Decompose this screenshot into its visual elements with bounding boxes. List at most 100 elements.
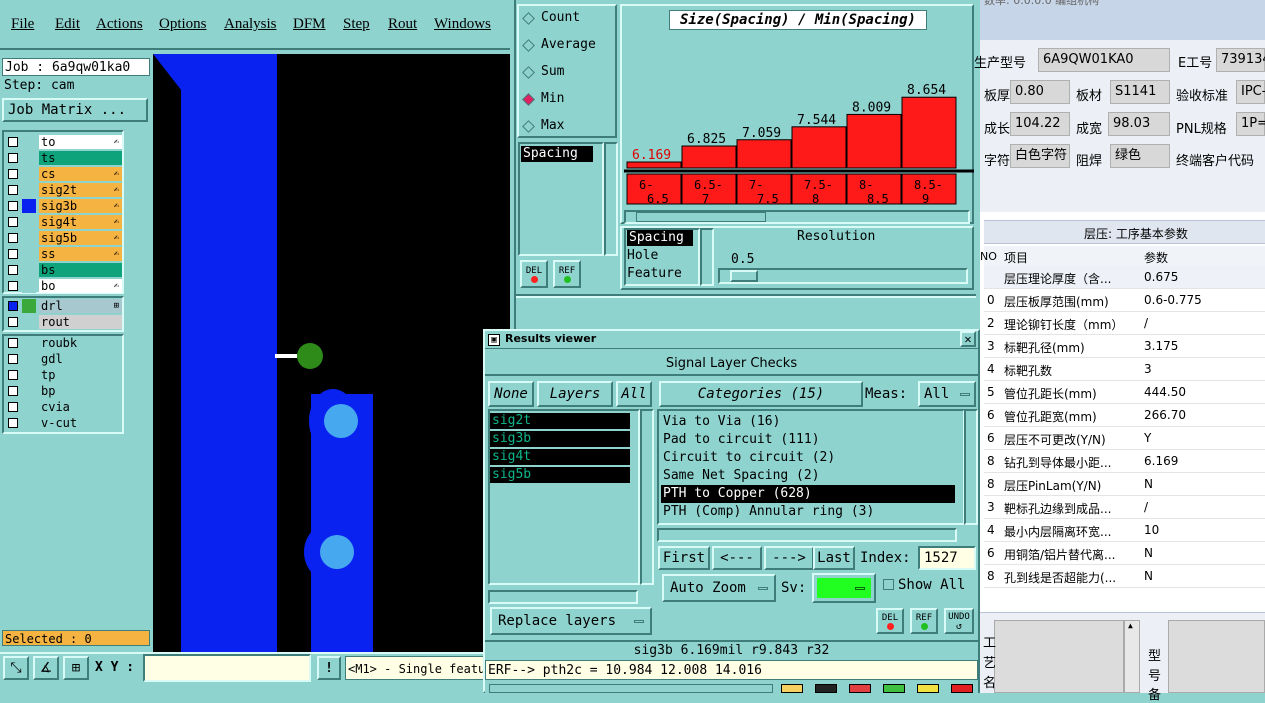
layer-row-ts[interactable]: ts (4, 150, 122, 166)
auto-zoom-dropdown[interactable]: Auto Zoom (662, 574, 776, 602)
menu-windows[interactable]: Windows (434, 16, 491, 33)
layer-row-sig3b[interactable]: sig3b ✍ (4, 198, 122, 214)
menu-analysis[interactable]: Analysis (224, 16, 277, 33)
menu-file[interactable]: File (11, 16, 34, 33)
layer-color-swatch[interactable] (22, 231, 36, 245)
field-pnl[interactable]: 1P= (1236, 112, 1265, 136)
stat-option-min[interactable]: Min (541, 91, 564, 106)
field-model[interactable]: 6A9QW01KA0 (1038, 48, 1170, 72)
layer-color-swatch[interactable] (22, 167, 36, 181)
results-del-button[interactable]: DEL (876, 608, 904, 634)
show-all-checkbox[interactable] (883, 579, 894, 590)
none-button[interactable]: None (488, 381, 534, 407)
layer-color-swatch[interactable] (22, 279, 36, 293)
close-icon[interactable]: ✕ (960, 331, 976, 347)
resolution-slider-thumb[interactable] (730, 270, 758, 282)
layer-row-cs[interactable]: cs ✍ (4, 166, 122, 182)
stat-ref-button[interactable]: REF (553, 260, 581, 288)
param-row[interactable]: 4 标靶孔数 3 (984, 358, 1265, 381)
result-layer-item[interactable]: sig5b (490, 467, 630, 483)
index-input[interactable]: 1527 (918, 546, 976, 570)
field-char[interactable]: 白色字符 (1010, 144, 1070, 168)
layer-row-bs[interactable]: bs (4, 262, 122, 278)
stat-option-average[interactable]: Average (541, 37, 596, 52)
layer-color-swatch[interactable] (22, 151, 36, 165)
warning-icon[interactable]: ! (317, 656, 341, 680)
layer-color-swatch[interactable] (22, 183, 36, 197)
layer-color-swatch[interactable] (22, 247, 36, 261)
field-mat[interactable]: S1141 (1110, 80, 1170, 104)
param-row[interactable]: 8 孔到线是否超能力(... N (984, 565, 1265, 588)
erp-scrollbar[interactable]: ▲ (1124, 620, 1140, 693)
category-hscroll[interactable] (657, 528, 957, 542)
param-row[interactable]: 4 最小内层隔离环宽... 10 (984, 519, 1265, 542)
tool-icon-4[interactable] (883, 684, 905, 693)
category-item[interactable]: Via to Via (16) (661, 413, 955, 431)
stat-list-scrollbar[interactable] (604, 142, 618, 256)
histogram-bar[interactable] (846, 113, 902, 169)
job-matrix-button[interactable]: Job Matrix ... (2, 98, 148, 122)
measure-tool-icon[interactable]: ∡ (33, 656, 59, 680)
param-row[interactable]: 0 层压板厚范围(mm) 0.6-0.775 (984, 289, 1265, 312)
histogram-bar[interactable] (791, 126, 847, 169)
layer-row-sig5b[interactable]: sig5b ✍ (4, 230, 122, 246)
tool-icon-2[interactable] (815, 684, 837, 693)
results-ref-button[interactable]: REF (910, 608, 938, 634)
result-layer-item[interactable]: sig3b (490, 431, 630, 447)
sv-color-dropdown[interactable] (812, 573, 876, 603)
layer-checkbox[interactable] (8, 217, 18, 227)
category-item[interactable]: Same Net Spacing (2) (661, 467, 955, 485)
layer-checkbox[interactable] (8, 153, 18, 163)
category-item[interactable]: Circuit to circuit (2) (661, 449, 955, 467)
tool-icon-1[interactable] (781, 684, 803, 693)
category-vscroll[interactable] (964, 409, 978, 525)
meas-dropdown[interactable]: All (918, 381, 976, 407)
histogram-bar[interactable] (901, 96, 957, 169)
prev-button[interactable]: <--- (712, 546, 762, 570)
layer-checkbox[interactable] (8, 233, 18, 243)
result-layer-item[interactable]: sig2t (490, 413, 630, 429)
menu-rout[interactable]: Rout (388, 16, 417, 33)
layer-checkbox[interactable] (8, 249, 18, 259)
layer-color-swatch[interactable] (22, 263, 36, 277)
layer-row-sig4t[interactable]: sig4t ✍ (4, 214, 122, 230)
res-item-spacing[interactable]: Spacing (627, 230, 693, 246)
layer-row-bo[interactable]: bo ✍ (4, 278, 122, 294)
stat-option-count[interactable]: Count (541, 10, 580, 25)
categories-button[interactable]: Categories (15) (659, 381, 863, 407)
results-titlebar[interactable]: ▣ Results viewer ✕ (485, 331, 978, 349)
result-layer-item[interactable]: sig4t (490, 449, 630, 465)
param-row[interactable]: 6 层压不可更改(Y/N) Y (984, 427, 1265, 450)
param-row[interactable]: 8 钻孔到导体最小距... 6.169 (984, 450, 1265, 473)
layer-checkbox[interactable] (8, 169, 18, 179)
field-len[interactable]: 104.22 (1010, 112, 1070, 136)
tool-icon-5[interactable] (917, 684, 939, 693)
layer-row-ss[interactable]: ss ✍ (4, 246, 122, 262)
res-list-scrollbar[interactable] (700, 228, 714, 286)
layer-color-swatch[interactable] (22, 199, 36, 213)
layers-button[interactable]: Layers (537, 381, 613, 407)
field-eno[interactable]: 739134 (1216, 48, 1265, 72)
param-row[interactable]: 3 靶标孔边缘到成品... / (984, 496, 1265, 519)
category-item[interactable]: PTH to Copper (628) (661, 485, 955, 503)
xy-input[interactable] (143, 654, 311, 682)
replace-layers-dropdown[interactable]: Replace layers (490, 607, 652, 635)
param-row[interactable]: 6 管位孔距宽(mm) 266.70 (984, 404, 1265, 427)
menu-dfm[interactable]: DFM (293, 16, 326, 33)
field-wid[interactable]: 98.03 (1108, 112, 1170, 136)
chart-hscroll-thumb[interactable] (636, 212, 766, 222)
tool-icon-6[interactable] (951, 684, 973, 693)
category-item[interactable]: PTH (Comp) Annular ring (3) (661, 503, 955, 521)
param-row[interactable]: 6 用铜箔/铝片替代离... N (984, 542, 1265, 565)
field-mask[interactable]: 绿色 (1110, 144, 1170, 168)
next-button[interactable]: ---> (764, 546, 814, 570)
graphic-canvas[interactable] (153, 54, 510, 652)
layer-checkbox[interactable] (8, 185, 18, 195)
menu-options[interactable]: Options (159, 16, 207, 33)
param-row[interactable]: 2 理论铆钉长度（mm） / (984, 312, 1265, 335)
res-item-hole[interactable]: Hole (627, 248, 658, 263)
menu-step[interactable]: Step (343, 16, 370, 33)
layer-row-sig2t[interactable]: sig2t ✍ (4, 182, 122, 198)
snap-tool-icon[interactable]: ⊞ (63, 656, 89, 680)
param-row[interactable]: 3 标靶孔径(mm) 3.175 (984, 335, 1265, 358)
